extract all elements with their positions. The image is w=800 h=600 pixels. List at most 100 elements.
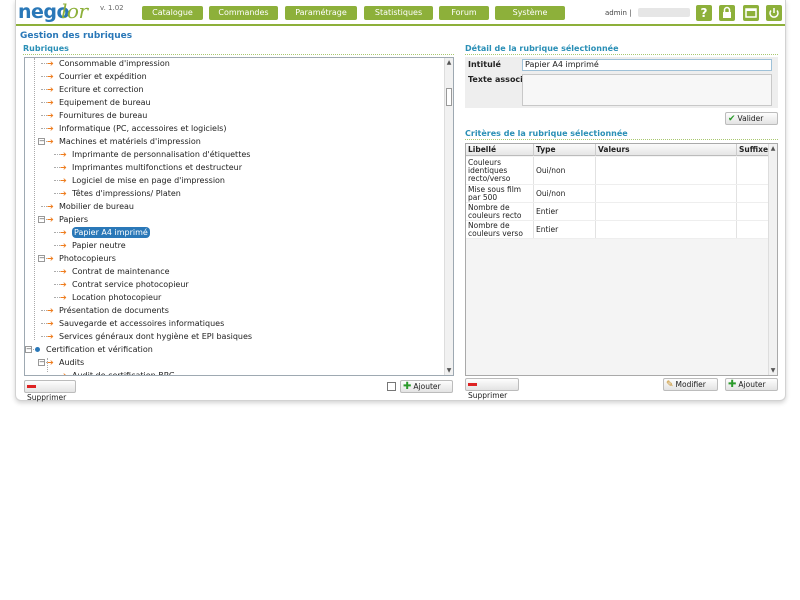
- col-suffixe[interactable]: Suffixe: [737, 144, 770, 156]
- tree-item[interactable]: ➔ Fournitures de bureau: [25, 109, 445, 122]
- tree-item-label[interactable]: Têtes d'impressions/ Platen: [72, 187, 181, 200]
- tree-item[interactable]: ➔ Imprimante de personnalisation d'étique…: [25, 148, 445, 161]
- tree-item-label[interactable]: Imprimante de personnalisation d'étiquet…: [72, 148, 250, 161]
- arrow-icon: ➔: [47, 332, 54, 341]
- col-valeurs[interactable]: Valeurs: [596, 144, 737, 156]
- tree-item-label[interactable]: Imprimantes multifonctions et destructeu…: [72, 161, 242, 174]
- col-libelle[interactable]: Libellé: [466, 144, 534, 156]
- tree-item-label[interactable]: Informatique (PC, accessoires et logicie…: [59, 122, 226, 135]
- tree-item[interactable]: ➔ Têtes d'impressions/ Platen: [25, 187, 445, 200]
- tree-item-label[interactable]: Mobilier de bureau: [59, 200, 134, 213]
- add-critere-label: Ajouter: [738, 380, 766, 389]
- grid-scroll-down-icon[interactable]: ▼: [769, 366, 777, 375]
- texte-associe-textarea[interactable]: [522, 74, 772, 106]
- tree-item[interactable]: − ➔ Papiers: [25, 213, 445, 226]
- collapse-toggle-icon[interactable]: −: [38, 216, 45, 223]
- delete-critere-button[interactable]: Supprimer: [465, 378, 519, 400]
- tree-item[interactable]: ➔ Sauvegarde et accessoires informatiques: [25, 317, 445, 330]
- tree-item-label[interactable]: Photocopieurs: [59, 252, 116, 265]
- tree-item-label[interactable]: Fournitures de bureau: [59, 109, 147, 122]
- tree-item-label[interactable]: Audits: [59, 356, 84, 369]
- tree-item[interactable]: ➔ Contrat service photocopieur: [25, 278, 445, 291]
- validate-button[interactable]: ✔ Valider: [725, 112, 778, 125]
- tree-item[interactable]: ➔ Consommable d'impression: [25, 58, 445, 70]
- arrow-icon: ➔: [60, 280, 67, 289]
- tree-item[interactable]: ➔ Audit de certification BRC: [25, 369, 445, 375]
- tree-item-label[interactable]: Certification et vérification: [46, 343, 153, 356]
- tree-item[interactable]: ➔ Location photocopieur: [25, 291, 445, 304]
- critere-row[interactable]: Mise sous film par 500 Oui/non: [466, 185, 770, 203]
- nav-commandes[interactable]: Commandes: [209, 6, 278, 20]
- collapse-toggle-icon[interactable]: −: [38, 255, 45, 262]
- tree-item[interactable]: − ➔ Machines et matériels d'impression: [25, 135, 445, 148]
- modify-critere-button[interactable]: ✎ Modifier: [663, 378, 718, 391]
- tree-item-label[interactable]: Location photocopieur: [72, 291, 161, 304]
- window-icon[interactable]: [743, 5, 759, 21]
- tree-item-label[interactable]: Audit de certification BRC: [72, 369, 174, 375]
- critere-row[interactable]: Nombre de couleurs verso Entier: [466, 221, 770, 239]
- add-critere-button[interactable]: ✚ Ajouter: [725, 378, 778, 391]
- critere-row[interactable]: Couleurs identiques recto/verso Oui/non: [466, 157, 770, 185]
- tree-item-label[interactable]: Papier neutre: [72, 239, 126, 252]
- tree-item[interactable]: ➔ Informatique (PC, accessoires et logici…: [25, 122, 445, 135]
- scroll-up-icon[interactable]: ▲: [445, 58, 453, 67]
- critere-cell-suffixe: [737, 221, 770, 238]
- tree-item-label[interactable]: Papier A4 imprimé: [72, 227, 150, 238]
- tree-item-label[interactable]: Contrat de maintenance: [72, 265, 170, 278]
- tree-item[interactable]: ➔ Imprimantes multifonctions et destructe…: [25, 161, 445, 174]
- tree-item-label[interactable]: Sauvegarde et accessoires informatiques: [59, 317, 224, 330]
- help-icon[interactable]: ?: [696, 5, 712, 21]
- power-icon[interactable]: [766, 5, 782, 21]
- tree-item-label[interactable]: Courrier et expédition: [59, 70, 147, 83]
- tree-item[interactable]: ➔ Ecriture et correction: [25, 83, 445, 96]
- tree-item-label[interactable]: Papiers: [59, 213, 88, 226]
- collapse-toggle-icon[interactable]: −: [38, 138, 45, 145]
- tree-item[interactable]: ➔ Contrat de maintenance: [25, 265, 445, 278]
- collapse-toggle-icon[interactable]: −: [38, 359, 45, 366]
- delete-rubrique-button[interactable]: Supprimer: [24, 380, 76, 402]
- pencil-icon: ✎: [666, 379, 674, 390]
- tree-item-label[interactable]: Equipement de bureau: [59, 96, 151, 109]
- grid-scrollbar[interactable]: ▲ ▼: [768, 144, 777, 375]
- tree-item-label[interactable]: Présentation de documents: [59, 304, 169, 317]
- collapse-toggle-icon[interactable]: −: [25, 346, 32, 353]
- nav-statistiques[interactable]: Statistiques: [364, 6, 433, 20]
- critere-row[interactable]: Nombre de couleurs recto Entier: [466, 203, 770, 221]
- tree-item[interactable]: ➔ Courrier et expédition: [25, 70, 445, 83]
- tree-item[interactable]: − ➔ Photocopieurs: [25, 252, 445, 265]
- category-dot-icon: [35, 347, 40, 352]
- add-rubrique-button[interactable]: ✚ Ajouter: [400, 380, 453, 393]
- scroll-thumb[interactable]: [446, 88, 452, 106]
- critere-cell-suffixe: [737, 157, 770, 184]
- nav-systeme[interactable]: Système: [495, 6, 565, 20]
- nav-parametrage[interactable]: Paramétrage: [285, 6, 357, 20]
- col-type[interactable]: Type: [534, 144, 596, 156]
- nav-catalogue[interactable]: Catalogue: [142, 6, 203, 20]
- arrow-icon: ➔: [47, 72, 54, 81]
- grid-scroll-up-icon[interactable]: ▲: [769, 144, 777, 153]
- tree-item-label[interactable]: Services généraux dont hygiène et EPI ba…: [59, 330, 252, 343]
- tree-item-label[interactable]: Machines et matériels d'impression: [59, 135, 201, 148]
- tree-item[interactable]: ➔ Logiciel de mise en page d'impression: [25, 174, 445, 187]
- scroll-down-icon[interactable]: ▼: [445, 366, 453, 375]
- tree-item[interactable]: − ➔ Audits: [25, 356, 445, 369]
- tree-item-label[interactable]: Logiciel de mise en page d'impression: [72, 174, 225, 187]
- tree-item[interactable]: ➔ Papier A4 imprimé: [25, 226, 445, 239]
- tree-scrollbar[interactable]: ▲ ▼: [444, 58, 453, 375]
- nav-forum[interactable]: Forum: [439, 6, 489, 20]
- tree-item-label[interactable]: Ecriture et correction: [59, 83, 144, 96]
- lock-icon[interactable]: [719, 5, 735, 21]
- tree-item[interactable]: ➔ Mobilier de bureau: [25, 200, 445, 213]
- tree-item[interactable]: − Certification et vérification: [25, 343, 445, 356]
- rubrique-checkbox[interactable]: [387, 382, 396, 391]
- tree-item-label[interactable]: Contrat service photocopieur: [72, 278, 189, 291]
- criteres-title: Critères de la rubrique sélectionnée: [465, 129, 628, 138]
- tree-item[interactable]: ➔ Présentation de documents: [25, 304, 445, 317]
- intitule-label: Intitulé: [468, 60, 501, 69]
- arrow-icon: ➔: [47, 85, 54, 94]
- tree-item[interactable]: ➔ Equipement de bureau: [25, 96, 445, 109]
- tree-item[interactable]: ➔ Papier neutre: [25, 239, 445, 252]
- intitule-input[interactable]: Papier A4 imprimé: [522, 59, 772, 71]
- tree-item[interactable]: ➔ Services généraux dont hygiène et EPI b…: [25, 330, 445, 343]
- tree-item-label[interactable]: Consommable d'impression: [59, 58, 170, 70]
